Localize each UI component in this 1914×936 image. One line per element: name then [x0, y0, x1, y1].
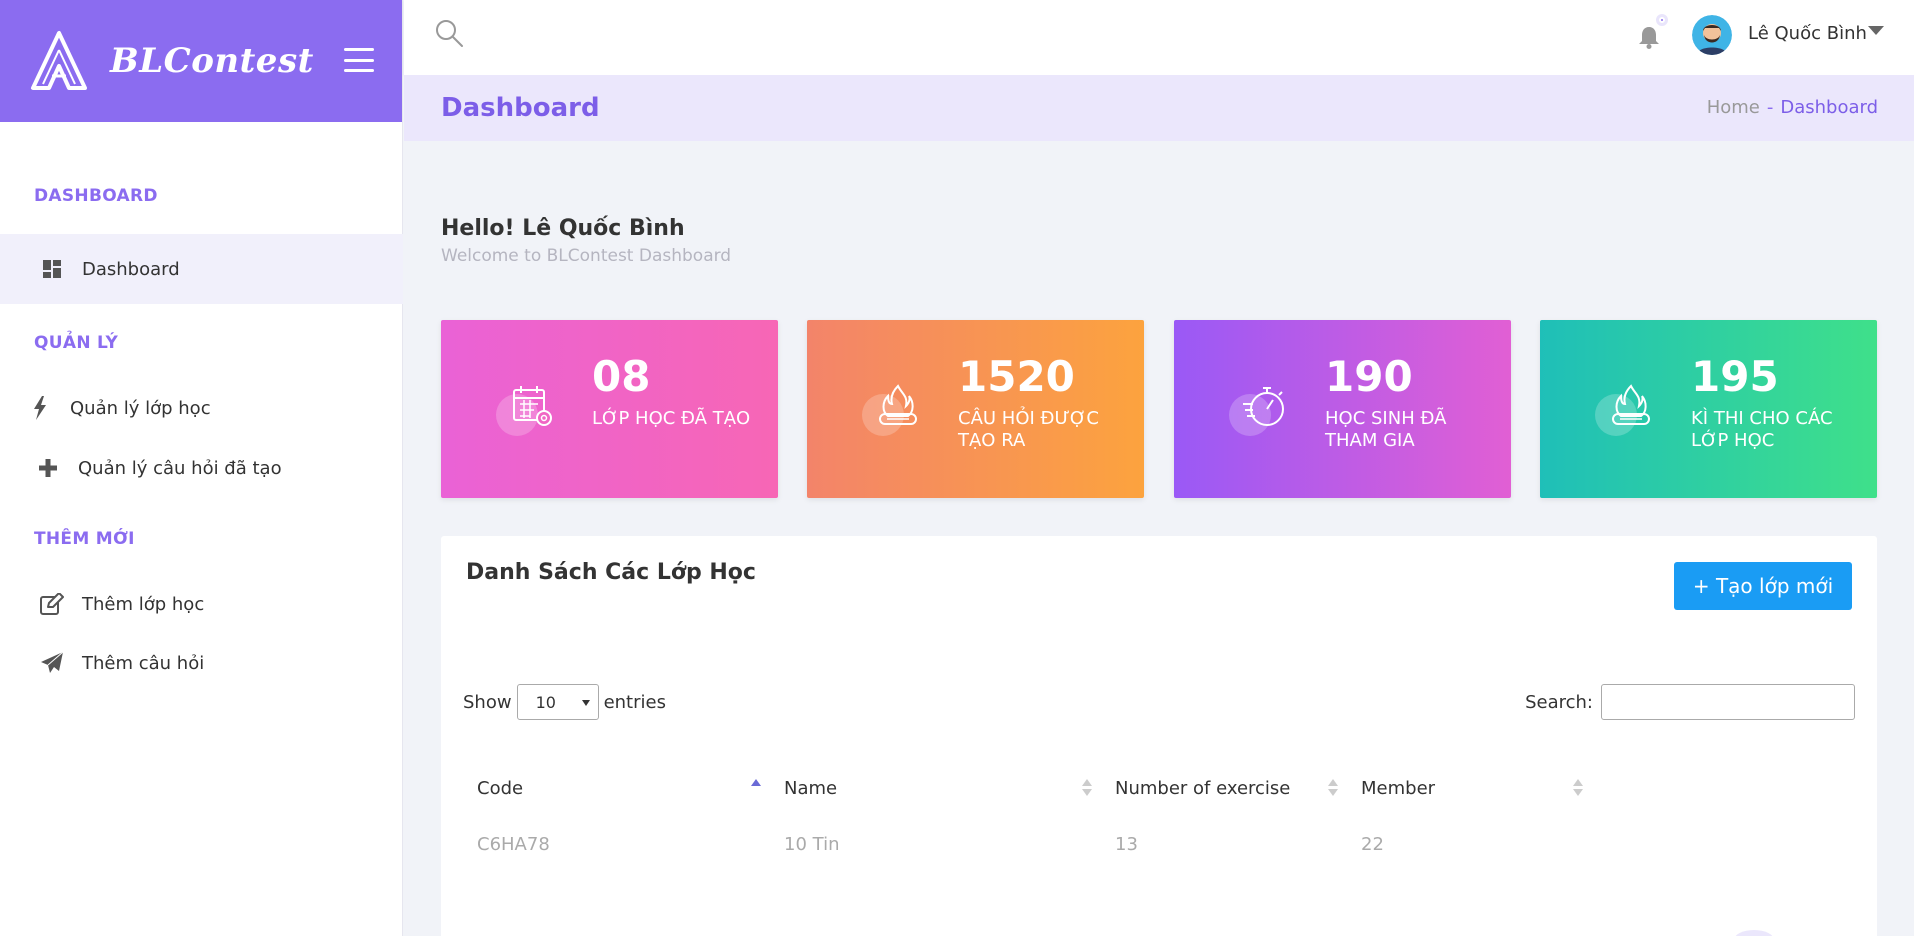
- notification-badge: [1656, 14, 1668, 26]
- stat-value: 190: [1325, 352, 1413, 401]
- greeting-title: Hello! Lê Quốc Bình: [441, 216, 685, 241]
- breadcrumb-home[interactable]: Home: [1707, 97, 1760, 118]
- entries-select[interactable]: 10: [516, 684, 599, 720]
- table-search: Search:: [1525, 684, 1855, 720]
- search-icon[interactable]: [434, 18, 464, 48]
- cell-name: 10 Tin: [784, 834, 840, 855]
- stat-value: 1520: [958, 352, 1075, 401]
- stat-card-questions: 1520 CÂU HỎI ĐƯỢC TẠO RA: [807, 320, 1144, 498]
- sidebar-item-add-class[interactable]: Thêm lớp học: [0, 592, 204, 616]
- stat-card-exams: 195 KÌ THI CHO CÁC LỚP HỌC: [1540, 320, 1877, 498]
- stat-label: CÂU HỎI ĐƯỢC TẠO RA: [958, 408, 1099, 451]
- sort-icon[interactable]: [1082, 779, 1092, 797]
- panel-title: Danh Sách Các Lớp Học: [466, 560, 756, 585]
- breadcrumb-current: Dashboard: [1780, 97, 1878, 118]
- avatar[interactable]: [1692, 15, 1732, 55]
- stopwatch-icon: [1243, 387, 1284, 426]
- show-label: Show: [463, 691, 512, 713]
- sidebar-item-label: Thêm lớp học: [82, 593, 205, 615]
- page-title: Dashboard: [441, 93, 600, 123]
- nav-section-manage: QUẢN LÝ: [34, 333, 119, 353]
- bolt-icon: [28, 396, 52, 420]
- cell-members: 22: [1361, 834, 1384, 855]
- topbar: Lê Quốc Bình: [404, 0, 1914, 75]
- stat-label: LỚP HỌC ĐÃ TẠO: [592, 408, 751, 429]
- column-header-name[interactable]: Name: [784, 778, 837, 799]
- table-search-input[interactable]: [1601, 684, 1855, 720]
- sidebar-item-label: Quản lý lớp học: [70, 397, 211, 419]
- paper-plane-icon: [40, 651, 64, 675]
- sidebar-item-manage-questions[interactable]: Quản lý câu hỏi đã tạo: [0, 456, 282, 480]
- brand-bar: BLContest: [0, 0, 402, 122]
- stat-value: 195: [1691, 352, 1779, 401]
- column-header-code[interactable]: Code: [477, 778, 523, 799]
- stat-card-students: 190 HỌC SINH ĐÃ THAM GIA: [1174, 320, 1511, 498]
- brand-name[interactable]: BLContest: [110, 41, 314, 81]
- fire-test-icon: [879, 384, 917, 425]
- cell-code: C6HA78: [477, 834, 550, 855]
- sidebar-item-add-question[interactable]: Thêm câu hỏi: [0, 651, 204, 675]
- sidebar-item-label: Thêm câu hỏi: [82, 652, 205, 674]
- sidebar-item-manage-classes[interactable]: Quản lý lớp học: [0, 396, 211, 420]
- entries-control: Show 10 entries: [463, 684, 666, 720]
- cell-exercises: 13: [1115, 834, 1138, 855]
- column-header-exercises[interactable]: Number of exercise: [1115, 778, 1290, 799]
- sort-icon[interactable]: [1328, 779, 1338, 797]
- create-class-button[interactable]: + Tạo lớp mới: [1674, 562, 1852, 610]
- fire-test-icon: [1612, 384, 1650, 425]
- plus-icon: [36, 456, 60, 480]
- column-header-member[interactable]: Member: [1361, 778, 1435, 799]
- page-header: Dashboard Home - Dashboard: [404, 75, 1914, 141]
- dashboard-icon: [40, 257, 64, 281]
- class-list-panel: Danh Sách Các Lớp Học + Tạo lớp mới Show…: [441, 536, 1877, 936]
- bell-icon[interactable]: [1636, 24, 1662, 50]
- breadcrumb: Home - Dashboard: [1707, 97, 1878, 118]
- stat-card-classes: 08 LỚP HỌC ĐÃ TẠO: [441, 320, 778, 498]
- calendar-gear-icon: [513, 386, 552, 426]
- greeting-subtitle: Welcome to BLContest Dashboard: [441, 246, 732, 266]
- stat-value: 08: [592, 352, 651, 401]
- menu-toggle-icon[interactable]: [344, 48, 374, 72]
- nav-section-add-new: THÊM MỚI: [34, 529, 135, 549]
- sort-asc-icon[interactable]: [751, 779, 761, 797]
- edit-icon: [40, 592, 64, 616]
- sidebar-item-dashboard[interactable]: Dashboard: [0, 234, 403, 304]
- stat-label: KÌ THI CHO CÁC LỚP HỌC: [1691, 408, 1833, 451]
- user-name[interactable]: Lê Quốc Bình: [1748, 23, 1867, 44]
- breadcrumb-separator: -: [1766, 97, 1774, 118]
- search-label: Search:: [1525, 691, 1593, 713]
- chevron-down-icon[interactable]: [1868, 26, 1884, 35]
- nav-section-dashboard: DASHBOARD: [34, 186, 158, 206]
- sort-icon[interactable]: [1573, 779, 1583, 797]
- brand-logo-icon[interactable]: [28, 30, 90, 92]
- stat-label: HỌC SINH ĐÃ THAM GIA: [1325, 408, 1447, 451]
- sidebar-item-label: Quản lý câu hỏi đã tạo: [78, 457, 282, 479]
- sidebar-item-label: Dashboard: [82, 258, 180, 280]
- entries-label: entries: [603, 691, 666, 713]
- sidebar: BLContest DASHBOARD Dashboard QUẢN LÝ Qu…: [0, 0, 403, 936]
